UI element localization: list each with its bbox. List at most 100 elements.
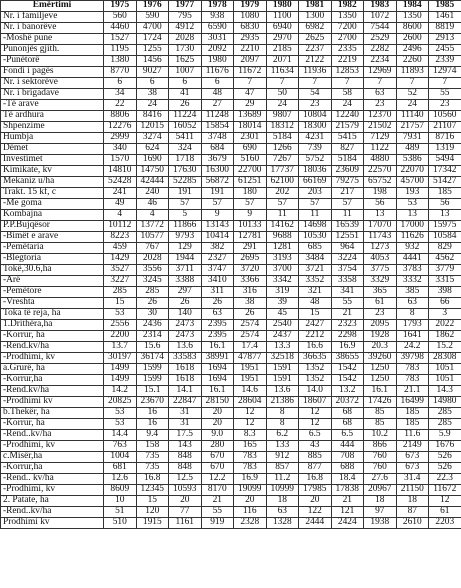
table-cell: 3711 <box>168 264 202 276</box>
row-label: Shpenzime <box>0 121 104 133</box>
table-cell: 18607 <box>298 396 332 408</box>
table-row: -Prodhimi, kv 763 158 143 280 165 133 43 444 866 2… <box>0 440 461 452</box>
table-cell: 2339 <box>428 55 461 67</box>
table-cell: 1429 <box>103 253 137 265</box>
table-cell: 11676 <box>200 66 234 78</box>
table-row: Trakt. 15 kf, c 241 240 191 191 180 202 203 217 1… <box>0 187 461 199</box>
table-body: Nr. i familjeve 560 590 795 938 1080 1100 1300 1… <box>0 11 461 529</box>
table-row: -Korrur, ha 2200 2314 2473 2395 2574 2437 2212 2… <box>0 330 461 342</box>
table-cell: 735 <box>135 462 169 474</box>
table-cell: 18036 <box>298 165 332 177</box>
table-cell: 1007 <box>168 66 202 78</box>
table-cell: 51427 <box>428 176 461 188</box>
table-cell: 2444 <box>298 517 332 529</box>
table-cell: 3721 <box>298 264 332 276</box>
table-cell: 560 <box>103 11 137 23</box>
table-cell: 57 <box>200 198 234 210</box>
table-cell: 28308 <box>428 352 461 364</box>
table-row: -Rend.kv/ha 13.7 15.6 13.6 16.1 17.4 13.3 16.6 1… <box>0 341 461 353</box>
table-cell: 2437 <box>265 330 299 342</box>
table-cell: 57 <box>330 198 364 210</box>
table-cell: 2200 <box>103 330 137 342</box>
table-cell: 590 <box>135 11 169 23</box>
table-cell: 47 <box>233 88 267 100</box>
row-label: -Prodhimi, kv <box>0 352 104 364</box>
table-cell: 10584 <box>428 231 461 243</box>
table-cell: 3720 <box>233 264 267 276</box>
table-cell: 21 <box>330 308 364 320</box>
table-cell: 5411 <box>168 132 202 144</box>
table-cell: 4 <box>135 209 169 221</box>
table-cell: 13.7 <box>103 341 137 353</box>
table-cell: 36174 <box>135 352 169 364</box>
table-cell: 9688 <box>265 231 299 243</box>
table-cell: 11248 <box>200 110 234 122</box>
table-cell: 20.3 <box>363 341 397 353</box>
table-cell: 5415 <box>330 132 364 144</box>
table-cell: 16539 <box>330 220 364 232</box>
table-cell: 10 <box>103 495 137 507</box>
table-cell: 12969 <box>363 66 397 78</box>
table-row: -Rend..kv/ha 51 120 77 55 116 63 122 121 97 87 61 <box>0 506 461 518</box>
table-cell: 38 <box>135 88 169 100</box>
table-cell: 9 <box>200 209 234 221</box>
table-cell: 20372 <box>330 396 364 408</box>
table-cell: 158 <box>135 440 169 452</box>
column-header-year: 1977 <box>168 0 202 12</box>
row-label: -Me goma <box>0 198 104 210</box>
table-cell: 21.1 <box>395 385 429 397</box>
table-cell: 3679 <box>200 154 234 166</box>
table-row: c.Misër,ha 1004 735 848 670 783 912 885 708 760 67… <box>0 451 461 463</box>
table-row: Humbja 2999 3274 5411 3748 2301 5184 4231 5415 71… <box>0 132 461 144</box>
table-cell: 180 <box>233 187 267 199</box>
table-cell: 10.2 <box>363 429 397 441</box>
table-cell: 47877 <box>233 352 267 364</box>
table-cell: 17.5 <box>168 429 202 441</box>
row-label: Kimikate, kv <box>0 165 104 177</box>
row-label: -Korrur,ha <box>0 462 104 474</box>
row-label: -Korrur, ha <box>0 418 104 430</box>
table-cell: 2028 <box>135 253 169 265</box>
table-cell: 8170 <box>200 484 234 496</box>
table-cell: 2935 <box>233 33 267 45</box>
table-cell: 21 <box>330 495 364 507</box>
table-cell: 3527 <box>103 264 137 276</box>
table-cell: 18312 <box>265 121 299 133</box>
table-cell: 3031 <box>200 33 234 45</box>
table-cell: 2999 <box>103 132 137 144</box>
row-label: -Moshë pune <box>0 33 104 45</box>
table-cell: 14.4 <box>103 429 137 441</box>
table-cell: 13.2 <box>330 385 364 397</box>
table-cell: 56872 <box>200 176 234 188</box>
row-label: -Pemëtaria <box>0 242 104 254</box>
table-cell: 217 <box>330 187 364 199</box>
table-cell: 21502 <box>363 121 397 133</box>
table-cell: 340 <box>103 143 137 155</box>
table-cell: 15.6 <box>135 341 169 353</box>
table-cell: 55 <box>330 297 364 309</box>
table-cell: 30 <box>135 308 169 320</box>
table-cell: 28150 <box>200 396 234 408</box>
table-cell: 1730 <box>168 44 202 56</box>
table-cell: 7 <box>428 77 461 89</box>
table-cell: 2424 <box>330 517 364 529</box>
table-row: a.Grurë, ha 1499 1599 1618 1694 1951 1591 1352 1… <box>0 363 461 375</box>
table-cell: 8819 <box>428 22 461 34</box>
table-cell: 13143 <box>200 220 234 232</box>
table-cell: 16300 <box>200 165 234 177</box>
table-cell: 2436 <box>135 319 169 331</box>
table-cell: 4231 <box>298 132 332 144</box>
table-cell: 7 <box>265 77 299 89</box>
table-cell: 848 <box>168 462 202 474</box>
table-row: -Punëtorë 1380 1456 1625 1980 2097 2071 2122 221… <box>0 55 461 67</box>
table-cell: 8716 <box>428 132 461 144</box>
table-cell: 3245 <box>135 275 169 287</box>
table-cell: 767 <box>135 242 169 254</box>
table-cell: 760 <box>363 462 397 474</box>
table-cell: 140 <box>168 308 202 320</box>
row-label: 1.Drithëra,ha <box>0 319 104 331</box>
table-cell: 2455 <box>428 44 461 56</box>
table-cell: 58 <box>330 88 364 100</box>
table-cell: 285 <box>135 286 169 298</box>
table-cell: 760 <box>363 451 397 463</box>
